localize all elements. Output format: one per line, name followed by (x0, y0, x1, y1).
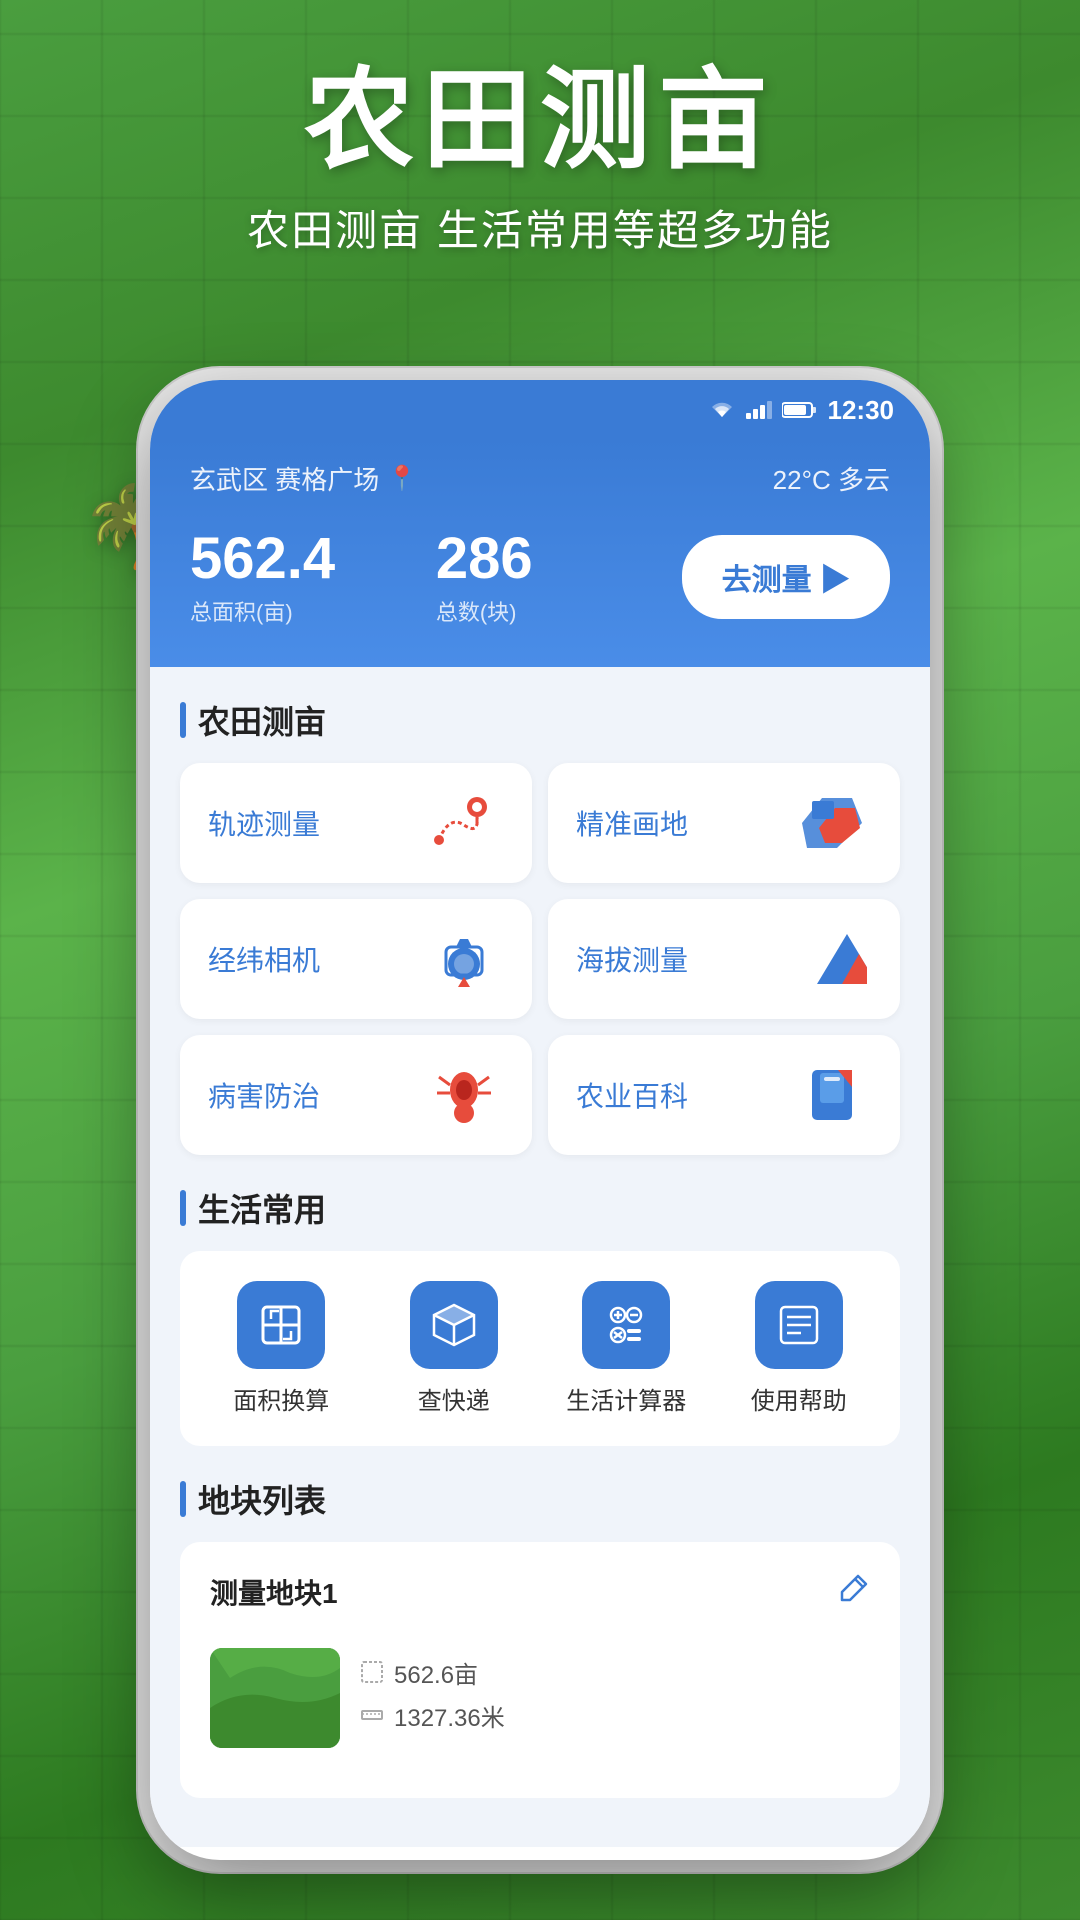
life-calculator-icon (582, 1281, 670, 1369)
help-label: 使用帮助 (751, 1381, 847, 1416)
life-calculator-label: 生活计算器 (566, 1381, 686, 1416)
total-count-value: 286 (436, 527, 682, 591)
land-item-name: 测量地块1 (210, 1572, 338, 1612)
phone-mockup: 12:30 玄武区 赛格广场 📍 22°C 多云 562.4 总面积(亩) 28… (150, 380, 930, 1860)
altitude-icon (792, 929, 872, 989)
encyclopedia-icon (792, 1065, 872, 1125)
total-area-label: 总面积(亩) (190, 595, 436, 627)
farming-section: 农田测亩 轨迹测量 (180, 697, 900, 1155)
app-header: 玄武区 赛格广场 📍 22°C 多云 562.4 总面积(亩) 286 总数(块… (150, 440, 930, 667)
track-label: 轨迹测量 (208, 803, 320, 843)
track-icon (424, 793, 504, 853)
life-section-title: 生活常用 (180, 1185, 900, 1231)
land-area-row: 562.6亩 (360, 1655, 870, 1690)
area-conversion-label: 面积换算 (233, 1381, 329, 1416)
encyclopedia-card[interactable]: 农业百科 (548, 1035, 900, 1155)
farming-grid: 轨迹测量 精准画地 (180, 763, 900, 1155)
land-section-accent (180, 1481, 186, 1517)
hero-title: 农田测亩 (0, 60, 1080, 181)
land-perimeter-value: 1327.36米 (394, 1698, 505, 1733)
hero-subtitle: 农田测亩 生活常用等超多功能 (0, 197, 1080, 258)
coordinate-camera-card[interactable]: 经纬相机 (180, 899, 532, 1019)
precise-draw-label: 精准画地 (576, 803, 688, 843)
battery-icon (782, 401, 818, 419)
stats-row: 562.4 总面积(亩) 286 总数(块) 去测量 ▶ (190, 527, 890, 627)
track-package-item[interactable]: 查快递 (373, 1281, 536, 1416)
land-item[interactable]: 562.6亩 1327.36米 (210, 1628, 870, 1768)
altitude-label: 海拔测量 (576, 939, 688, 979)
land-thumbnail (210, 1648, 340, 1748)
weather-info: 22°C 多云 (773, 460, 890, 497)
area-icon (360, 1660, 384, 1684)
pest-control-icon (424, 1065, 504, 1125)
encyclopedia-label: 农业百科 (576, 1075, 688, 1115)
coordinate-camera-label: 经纬相机 (208, 939, 320, 979)
track-measurement-card[interactable]: 轨迹测量 (180, 763, 532, 883)
life-section: 生活常用 面积换算 (180, 1185, 900, 1446)
farming-section-title: 农田测亩 (180, 697, 900, 743)
wifi-icon (708, 399, 736, 421)
life-grid: 面积换算 查快递 (180, 1251, 900, 1446)
status-bar: 12:30 (150, 380, 930, 440)
land-list-container: 测量地块1 (180, 1542, 900, 1798)
status-time: 12:30 (828, 395, 895, 426)
track-package-label: 查快递 (418, 1381, 490, 1416)
help-item[interactable]: 使用帮助 (718, 1281, 881, 1416)
total-area-value: 562.4 (190, 527, 436, 591)
signal-icon (746, 401, 772, 419)
location-row: 玄武区 赛格广场 📍 22°C 多云 (190, 460, 890, 497)
total-count-label: 总数(块) (436, 595, 682, 627)
altitude-card[interactable]: 海拔测量 (548, 899, 900, 1019)
land-perimeter-row: 1327.36米 (360, 1698, 870, 1733)
land-list-section-title: 地块列表 (180, 1476, 900, 1522)
land-area-value: 562.6亩 (394, 1655, 478, 1690)
location-text: 玄武区 赛格广场 (190, 460, 379, 497)
land-list-section: 地块列表 测量地块1 (180, 1476, 900, 1798)
life-section-accent (180, 1190, 186, 1226)
track-package-icon (410, 1281, 498, 1369)
land-item-header: 测量地块1 (210, 1572, 870, 1612)
section-accent (180, 702, 186, 738)
location-pin-icon: 📍 (387, 464, 417, 493)
area-conversion-item[interactable]: 面积换算 (200, 1281, 363, 1416)
help-icon (755, 1281, 843, 1369)
app-content: 农田测亩 轨迹测量 (150, 667, 930, 1847)
perimeter-icon (360, 1703, 384, 1727)
total-count-stat: 286 总数(块) (436, 527, 682, 627)
hero-section: 农田测亩 农田测亩 生活常用等超多功能 (0, 60, 1080, 258)
total-area-stat: 562.4 总面积(亩) (190, 527, 436, 627)
land-info: 562.6亩 1327.36米 (360, 1655, 870, 1741)
coordinate-camera-icon (424, 929, 504, 989)
land-edit-icon[interactable] (838, 1572, 870, 1612)
location-info: 玄武区 赛格广场 📍 (190, 460, 417, 497)
status-icons: 12:30 (708, 395, 895, 426)
life-calculator-item[interactable]: 生活计算器 (545, 1281, 708, 1416)
pest-control-label: 病害防治 (208, 1075, 320, 1115)
pest-control-card[interactable]: 病害防治 (180, 1035, 532, 1155)
precise-draw-icon (792, 793, 872, 853)
area-conversion-icon (237, 1281, 325, 1369)
measure-button[interactable]: 去测量 ▶ (682, 535, 890, 619)
precise-draw-card[interactable]: 精准画地 (548, 763, 900, 883)
